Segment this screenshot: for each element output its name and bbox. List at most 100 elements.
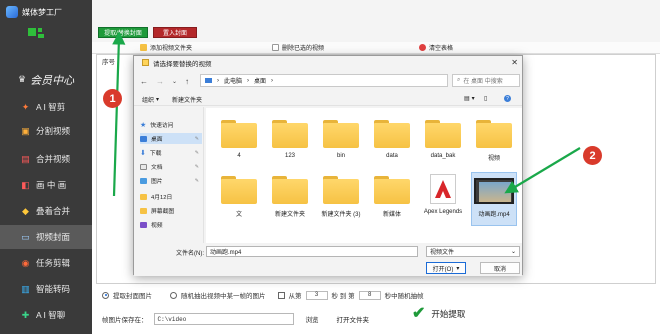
file-name: bin	[336, 153, 345, 159]
nav-desktop[interactable]: 桌面 ✎	[140, 133, 202, 144]
view-options-button[interactable]: ▤ ▾	[464, 95, 475, 102]
add-folder-icon	[140, 44, 147, 51]
app-title: 媒体梦工厂	[6, 6, 62, 18]
forward-arrow-icon[interactable]: →	[156, 77, 164, 86]
extract-cover-tab[interactable]: 提取/替换封面	[98, 27, 148, 38]
random-frame-radio[interactable]	[170, 291, 177, 299]
nav-folder-apr12[interactable]: 4月12日	[140, 191, 202, 202]
clear-table-button[interactable]: 清空表格	[419, 43, 453, 52]
desktop-icon	[140, 135, 147, 142]
pin-icon: ✎	[194, 163, 199, 170]
file-name: Apex Legends	[423, 209, 463, 215]
address-bar[interactable]: › 此电脑 › 桌面 ›	[200, 74, 448, 87]
filetype-value: 视频文件	[430, 250, 455, 256]
back-arrow-icon[interactable]: ←	[140, 77, 148, 86]
save-path-input[interactable]: C:\video	[153, 313, 294, 325]
folder-icon	[221, 176, 257, 204]
sidebar-item-task[interactable]: ◉ 任务剪辑	[0, 251, 92, 275]
file-item[interactable]: 4	[216, 116, 262, 170]
organize-button[interactable]: 组织 ▾	[142, 95, 159, 104]
file-name: 4	[237, 153, 241, 159]
start-extract-button[interactable]: ✔ 开始提取	[412, 306, 465, 322]
nav-quick-access[interactable]: ★ 快速访问	[140, 119, 202, 130]
nav-documents[interactable]: 文档 ✎	[140, 161, 202, 172]
random-suffix-label: 秒中随机抽帧	[384, 293, 424, 300]
file-item[interactable]: data_bak	[420, 116, 466, 170]
open-button-label: 打开(O)	[432, 266, 454, 273]
sidebar-item-ai-chat[interactable]: ✚ A I 智聊	[0, 303, 92, 327]
dialog-search-box[interactable]: ⌕ 在 桌面 中搜索	[452, 74, 520, 87]
nav-label: 4月12日	[151, 195, 173, 201]
file-item[interactable]: 新媒体	[369, 172, 415, 226]
sidebar-item-label: 视频封面	[36, 232, 71, 242]
sidebar-item-pip[interactable]: ◧ 画 中 画	[0, 173, 92, 197]
from-seconds-input[interactable]: 3	[305, 290, 328, 300]
filetype-select[interactable]: 视频文件 ⌄	[426, 246, 520, 257]
file-grid: 4 123 bin data data_bak 视频 文 新建文件夹 新建文件夹…	[206, 108, 522, 243]
step1-badge: 1	[103, 89, 122, 108]
breadcrumb-desktop[interactable]: 桌面	[254, 76, 266, 85]
help-button[interactable]: ?	[504, 95, 511, 102]
file-name: 动画跑.mp4	[478, 212, 510, 218]
nav-label: 图片	[151, 179, 163, 185]
sidebar-item-ai-cut[interactable]: ✦ A I 智剪	[0, 95, 92, 119]
file-item[interactable]: data	[369, 116, 415, 170]
file-item[interactable]: 123	[267, 116, 313, 170]
file-item[interactable]: bin	[318, 116, 364, 170]
nav-downloads[interactable]: ⬇ 下载 ✎	[140, 147, 202, 158]
sidebar-item-label: 画 中 画	[36, 180, 67, 190]
file-item-selected[interactable]: 动画跑.mp4	[471, 172, 517, 226]
folder-icon	[272, 120, 308, 148]
folder-icon	[140, 193, 147, 200]
breadcrumb-this-pc[interactable]: 此电脑	[224, 76, 242, 85]
merge-icon: ▤	[21, 153, 30, 164]
folder-icon	[221, 120, 257, 148]
up-arrow-icon[interactable]: ↑	[185, 77, 189, 86]
sidebar-item-stack[interactable]: ◆ 叠着合并	[0, 199, 92, 223]
nav-pictures[interactable]: 图片 ✎	[140, 175, 202, 186]
nav-videos[interactable]: 视频	[140, 219, 202, 230]
folder-icon	[374, 120, 410, 148]
add-folder-label: 添加视频文件夹	[150, 46, 193, 52]
apex-legends-icon	[430, 174, 456, 204]
split-icon: ▣	[21, 125, 30, 136]
sidebar-item-label: 分割视频	[36, 126, 71, 136]
to-seconds-input[interactable]: 8	[358, 290, 381, 300]
add-folder-button[interactable]: 添加视频文件夹	[140, 43, 192, 52]
import-cover-tab[interactable]: 置入封面	[153, 27, 197, 38]
file-name: 新建文件夹	[274, 212, 305, 218]
extract-cover-radio[interactable]	[102, 291, 109, 299]
open-button[interactable]: 打开(O) ▾	[426, 262, 466, 274]
sidebar-item-transcode[interactable]: ▥ 智能转码	[0, 277, 92, 301]
computer-icon	[205, 78, 212, 83]
sidebar-item-split[interactable]: ▣ 分割视频	[0, 119, 92, 143]
preview-pane-button[interactable]: ▯	[484, 95, 487, 102]
dialog-footer: 文件名(N): 动画跑.mp4 视频文件 ⌄ 打开(O) ▾ 取消	[134, 244, 522, 276]
from-checkbox[interactable]	[277, 291, 285, 299]
open-folder-button[interactable]: 打开文件夹	[331, 313, 376, 325]
file-name: 新媒体	[382, 212, 401, 218]
clear-table-label: 清空表格	[429, 46, 454, 52]
folder-icon	[142, 59, 149, 66]
file-item[interactable]: 新建文件夹	[267, 172, 313, 226]
file-item[interactable]: 新建文件夹 (3)	[318, 172, 364, 226]
cancel-button[interactable]: 取消	[480, 262, 520, 274]
chevron-down-icon[interactable]: ⌄	[172, 78, 177, 85]
close-icon[interactable]: ✕	[511, 58, 518, 67]
delete-selected-button[interactable]: 删除已选的视频	[272, 43, 324, 52]
view-icon: ▤	[464, 96, 470, 102]
nav-label: 屏幕截图	[151, 209, 175, 215]
file-item[interactable]: 视频	[471, 116, 517, 170]
file-name: 新建文件夹 (3)	[321, 212, 361, 218]
search-icon: ⌕	[457, 77, 461, 83]
browse-button[interactable]: 浏览	[300, 313, 325, 325]
file-item[interactable]: Apex Legends	[420, 172, 466, 226]
filename-input[interactable]: 动画跑.mp4	[206, 246, 418, 257]
nav-screenshots[interactable]: 屏幕截图	[140, 205, 202, 216]
file-item[interactable]: 文	[216, 172, 262, 226]
sidebar-item-cover[interactable]: ▭ 视频封面	[0, 225, 92, 249]
dialog-nav-pane: ★ 快速访问 桌面 ✎ ⬇ 下载 ✎ 文档 ✎ 图片 ✎ 4月12日 屏幕截图 …	[134, 107, 204, 243]
sidebar-item-merge[interactable]: ▤ 合并视频	[0, 147, 92, 171]
new-folder-button[interactable]: 新建文件夹	[172, 95, 202, 104]
member-center[interactable]: ♛ 会员中心	[18, 72, 74, 88]
